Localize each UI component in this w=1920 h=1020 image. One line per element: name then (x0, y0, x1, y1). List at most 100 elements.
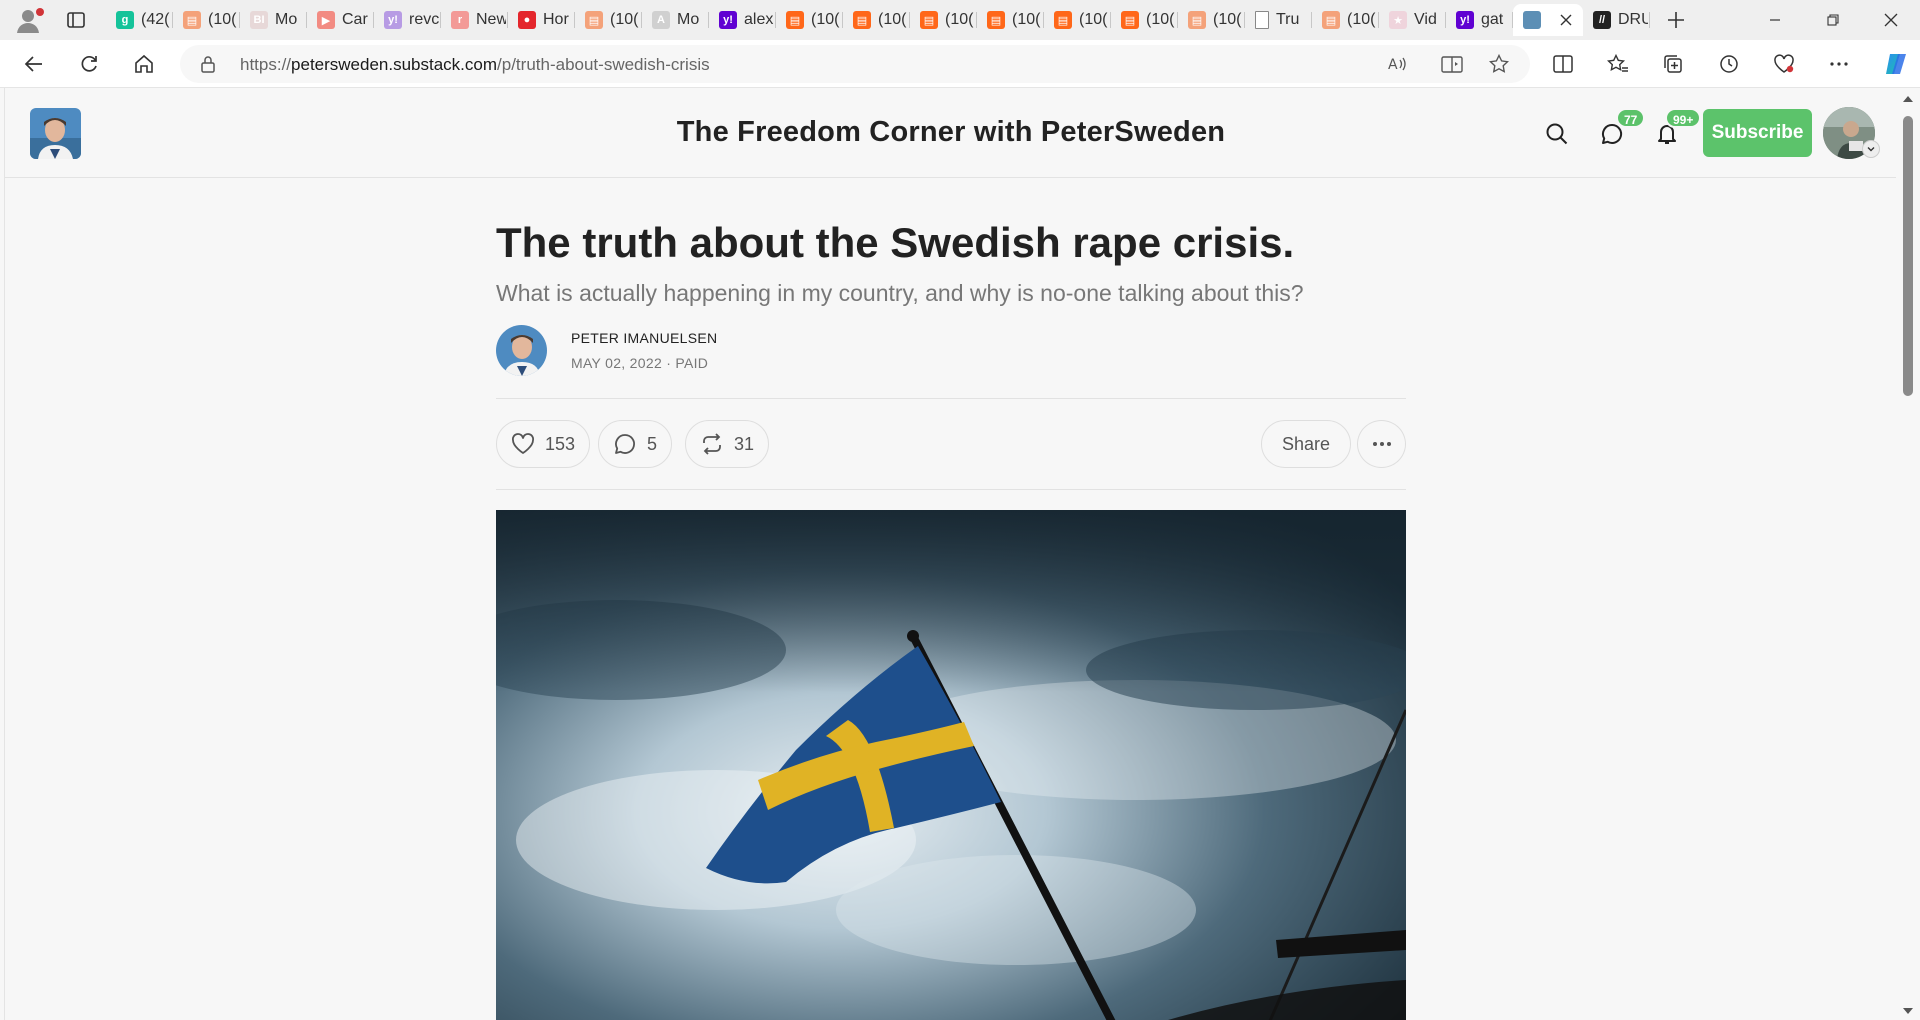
browser-tab[interactable]: ▤ (10( (173, 4, 240, 36)
browser-tab[interactable]: ▤ (10( (910, 4, 977, 36)
messages-badge: 77 (1616, 108, 1646, 128)
browser-tab[interactable]: BI Mo (240, 4, 307, 36)
browser-tab[interactable]: ★ Vid (1379, 4, 1446, 36)
substack-icon: ▤ (920, 11, 938, 29)
peter-avatar-icon (1523, 11, 1541, 29)
lock-icon (201, 56, 215, 73)
browser-tab[interactable]: y! revc (374, 4, 441, 36)
page-scrollbar[interactable] (1896, 88, 1920, 1020)
browser-tab[interactable]: A Mo (642, 4, 709, 36)
tab-title: Mo (275, 11, 298, 28)
substack-icon: ▤ (1322, 11, 1340, 29)
restore-button[interactable] (1806, 0, 1860, 40)
tab-title: (10( (1347, 11, 1376, 28)
close-window-button[interactable] (1864, 0, 1918, 40)
search-button[interactable] (1537, 114, 1577, 154)
browser-tab[interactable]: ▶ Car (307, 4, 374, 36)
browser-tab[interactable]: y! alex (709, 4, 776, 36)
author-avatar[interactable] (496, 325, 547, 377)
subscribe-button[interactable]: Subscribe (1703, 109, 1812, 157)
tab-title: (10( (878, 11, 907, 28)
browser-tab[interactable]: ▤ (10( (977, 4, 1044, 36)
browser-tab[interactable]: ▤ (10( (1178, 4, 1245, 36)
browser-tab[interactable]: y! gat (1446, 4, 1513, 36)
tab-title: (10( (610, 11, 639, 28)
browser-tab[interactable]: ▤ (10( (776, 4, 843, 36)
split-screen-button[interactable] (1545, 46, 1581, 82)
address-bar[interactable]: https://petersweden.substack.com/p/truth… (180, 45, 1530, 83)
browser-tab[interactable] (1513, 4, 1583, 36)
comment-button[interactable]: 5 (598, 420, 673, 469)
close-tab-icon[interactable] (1557, 11, 1575, 29)
read-aloud-button[interactable]: A (1380, 47, 1414, 81)
post-date-meta: MAY 02, 2022 · PAID (571, 355, 709, 372)
browser-tab[interactable]: ▤ (10( (575, 4, 642, 36)
substack-icon: ▤ (183, 11, 201, 29)
copilot-button[interactable] (1880, 48, 1912, 80)
browser-tab[interactable]: // DRU (1583, 4, 1650, 36)
substack-icon: ▤ (1121, 11, 1139, 29)
browser-tab[interactable]: ▤ (10( (1111, 4, 1178, 36)
tab-title: (10( (208, 11, 237, 28)
restack-icon (703, 433, 721, 456)
tab-title: New (476, 11, 506, 28)
browser-tab[interactable]: Tru (1245, 4, 1312, 36)
ai-icon: A (652, 11, 670, 29)
favorite-star-button[interactable] (1482, 47, 1516, 81)
hero-image-swedish-flag (496, 510, 1406, 1020)
home-button[interactable] (126, 46, 162, 82)
tab-actions-icon (67, 12, 85, 28)
tab-actions-button[interactable] (58, 2, 94, 38)
scrollbar-thumb[interactable] (1903, 116, 1913, 396)
browser-toolbar: https://petersweden.substack.com/p/truth… (0, 40, 1920, 88)
tab-title: (10( (1012, 11, 1041, 28)
browser-tab[interactable]: g (42( (106, 4, 173, 36)
heart-pulse-icon (1774, 54, 1794, 73)
browser-tab[interactable]: ▤ (10( (1312, 4, 1379, 36)
new-tab-button[interactable] (1660, 4, 1692, 36)
tab-title: gat (1481, 11, 1504, 28)
swedish-flag-photo (496, 510, 1406, 1020)
page-icon (1255, 11, 1269, 29)
browser-profile-button[interactable] (8, 2, 48, 38)
author-name[interactable]: PETER IMANUELSEN (571, 330, 717, 346)
split-screen-icon (1553, 55, 1573, 73)
account-menu-toggle[interactable] (1862, 140, 1880, 158)
more-horizontal-icon (1372, 442, 1391, 447)
immersive-reader-button[interactable] (1435, 47, 1469, 81)
url-text[interactable]: https://petersweden.substack.com/p/truth… (240, 55, 710, 75)
comment-icon (615, 434, 635, 455)
url-path: /p/truth-about-swedish-crisis (497, 55, 710, 74)
history-button[interactable] (1711, 46, 1747, 82)
tab-title: (42( (141, 11, 170, 28)
drudge-icon: // (1593, 11, 1611, 29)
substack-icon: ▤ (786, 11, 804, 29)
browser-tab[interactable]: r New (441, 4, 508, 36)
refresh-button[interactable] (71, 46, 107, 82)
plus-icon (1668, 12, 1684, 28)
back-button[interactable] (16, 46, 52, 82)
more-horizontal-icon (1830, 62, 1848, 66)
tab-title: (10( (1146, 11, 1175, 28)
refresh-icon (81, 56, 97, 72)
browser-tab[interactable]: ● Hor (508, 4, 575, 36)
more-options-button[interactable] (1357, 420, 1406, 469)
bi-icon: BI (250, 11, 268, 29)
restack-button[interactable]: 31 (685, 420, 770, 469)
like-button[interactable]: 153 (496, 420, 591, 469)
settings-more-button[interactable] (1821, 46, 1857, 82)
divider (496, 489, 1406, 491)
minimize-button[interactable] (1748, 0, 1802, 40)
browser-tab[interactable]: ▤ (10( (843, 4, 910, 36)
tab-title: revc (409, 11, 439, 28)
browser-tab[interactable]: ▤ (10( (1044, 4, 1111, 36)
share-button[interactable]: Share (1261, 420, 1352, 469)
browser-essentials-button[interactable] (1766, 46, 1802, 82)
scroll-down-icon[interactable] (1902, 1006, 1914, 1016)
tab-title: DRU (1618, 11, 1648, 28)
tab-strip: g (42(▤ (10(BI Mo ▶ Car y! revc r New ● Hor ▤ (10(A Mo… (0, 0, 1920, 40)
author-avatar-image (496, 325, 547, 377)
scroll-up-icon[interactable] (1902, 94, 1914, 104)
collections-button[interactable] (1655, 46, 1691, 82)
favorites-button[interactable] (1600, 46, 1636, 82)
